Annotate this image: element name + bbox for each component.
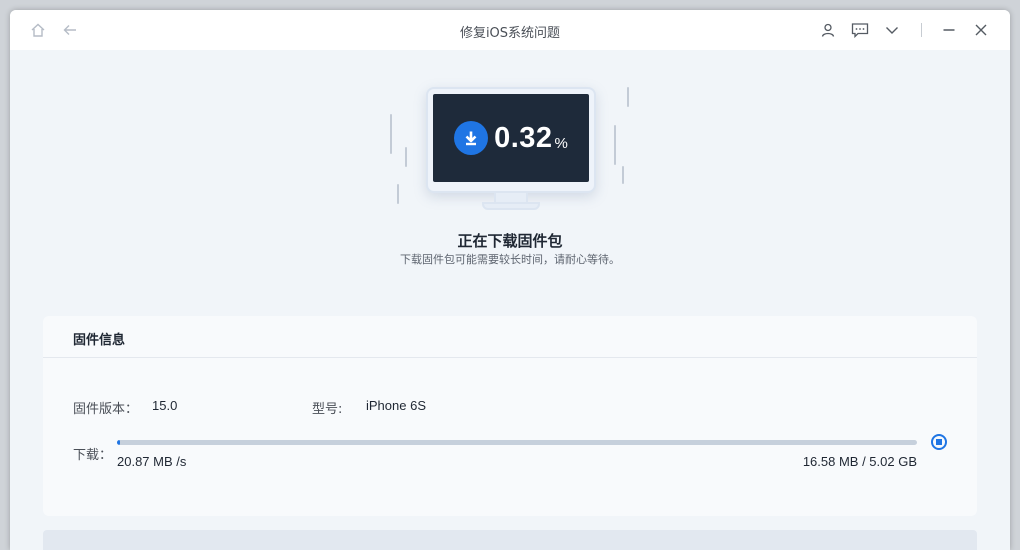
close-icon[interactable]	[972, 21, 990, 39]
card-header: 固件信息	[43, 316, 977, 358]
status-subtitle: 下载固件包可能需要较长时间，请耐心等待。	[400, 253, 620, 266]
minimize-icon[interactable]	[940, 21, 958, 39]
chevron-down-icon[interactable]	[883, 21, 901, 39]
percent-sign: %	[554, 134, 568, 152]
decor-line	[614, 125, 616, 165]
card-title: 固件信息	[73, 333, 126, 348]
model-value: iPhone 6S	[366, 398, 426, 413]
decor-line	[405, 147, 407, 167]
decor-line	[397, 184, 399, 204]
decor-line	[627, 87, 629, 107]
download-progress-bar	[117, 440, 917, 445]
firmware-info-card: 固件信息 固件版本： 15.0 型号: iPhone 6S 下载： 20.87 …	[43, 316, 977, 516]
decor-line	[622, 166, 624, 184]
firmware-version-value: 15.0	[152, 398, 178, 413]
download-percent: 0.32	[494, 121, 553, 154]
download-speed: 20.87 MB /s	[117, 454, 187, 469]
stop-icon	[936, 439, 942, 445]
titlebar-separator	[921, 23, 922, 37]
model-label: 型号:	[312, 402, 343, 417]
stop-download-button[interactable]	[931, 434, 947, 450]
download-monitor-illustration: 0.32 %	[388, 85, 629, 225]
status-title: 正在下载固件包	[457, 232, 563, 250]
download-icon	[454, 121, 489, 155]
app-window: 修复iOS系统问题 0.32 % 正在下载固件包 下载固件包可能需要较长时间，请…	[10, 10, 1010, 550]
bottom-panel	[43, 530, 977, 550]
monitor-frame: 0.32 %	[426, 87, 596, 193]
feedback-icon[interactable]	[851, 21, 869, 39]
firmware-version-label: 固件版本：	[73, 402, 139, 417]
monitor-base	[482, 202, 540, 210]
download-progress-fill	[117, 440, 121, 445]
download-label: 下载：	[73, 448, 113, 463]
monitor-screen: 0.32 %	[433, 94, 589, 182]
title-bar: 修复iOS系统问题	[10, 10, 1010, 50]
download-size: 16.58 MB / 5.02 GB	[802, 454, 917, 469]
decor-line	[390, 114, 392, 154]
user-icon[interactable]	[819, 21, 837, 39]
